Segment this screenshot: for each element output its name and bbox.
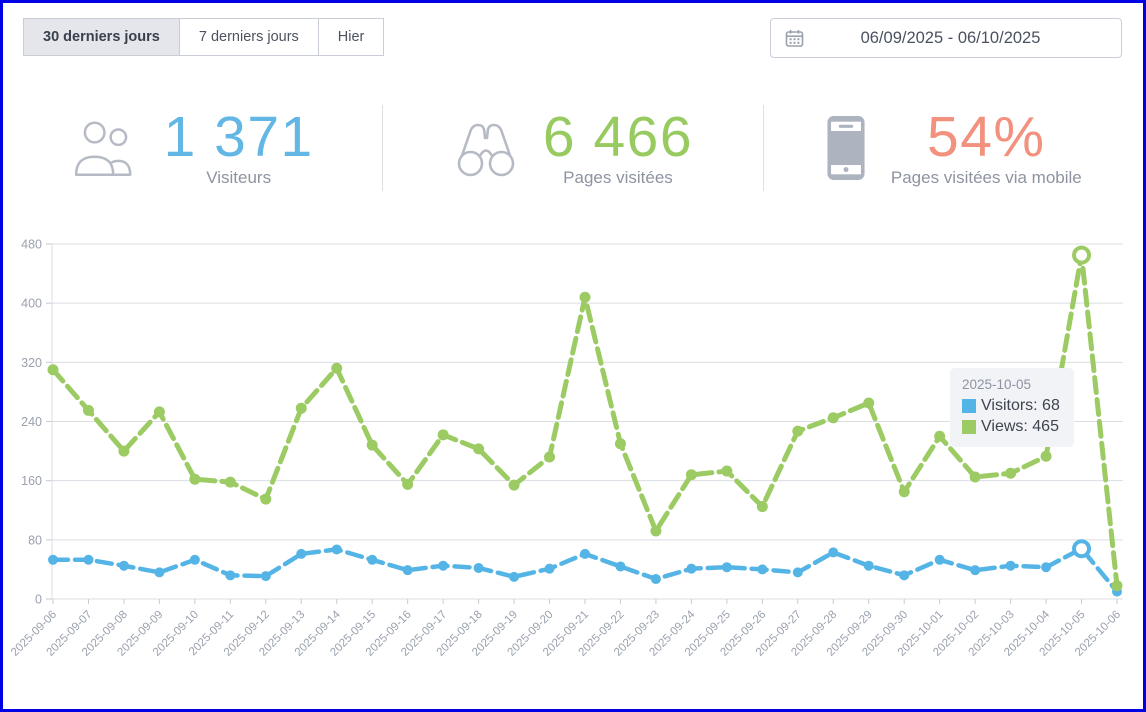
mobile-share-label: Pages visitées via mobile xyxy=(890,167,1082,187)
analytics-dashboard: 30 derniers jours 7 derniers jours Hier … xyxy=(0,0,1146,712)
chart-canvas[interactable]: 0801602403204004802025-09-062025-09-0720… xyxy=(3,208,1146,712)
mobile-share-value: 54% xyxy=(927,105,1046,170)
svg-text:80: 80 xyxy=(28,533,42,547)
visitors-label: Visiteurs xyxy=(206,167,272,187)
pageviews-count: 6 466 xyxy=(542,105,694,170)
pageviews-label: Pages visitées xyxy=(563,167,673,187)
binoculars-icon xyxy=(453,117,519,179)
stat-mobile-share: 54% Pages visitées via mobile xyxy=(764,108,1143,187)
svg-text:240: 240 xyxy=(21,415,42,429)
visitors-count: 1 371 xyxy=(163,105,314,170)
mobile-icon xyxy=(825,115,867,181)
svg-text:400: 400 xyxy=(21,297,42,311)
date-range-value: 06/09/2025 - 06/10/2025 xyxy=(860,28,1041,47)
stat-pageviews: 6 466 Pages visitées xyxy=(383,108,762,187)
visitors-icon xyxy=(72,119,140,177)
visitors-views-line-chart: 0 80 160 240 320 400 480 2025-09-06 2025-09-07 20… xyxy=(3,208,1146,712)
svg-text:320: 320 xyxy=(21,356,42,370)
calendar-icon xyxy=(785,29,804,48)
date-range-picker[interactable]: 06/09/2025 - 06/10/2025 xyxy=(770,18,1122,58)
tab-hier[interactable]: Hier xyxy=(317,18,385,56)
svg-text:160: 160 xyxy=(21,474,42,488)
header: 30 derniers jours 7 derniers jours Hier … xyxy=(23,18,1122,58)
tab-30-derniers-jours[interactable]: 30 derniers jours xyxy=(23,18,180,56)
tab-7-derniers-jours[interactable]: 7 derniers jours xyxy=(178,18,319,56)
stat-visitors: 1 371 Visiteurs xyxy=(3,108,382,187)
period-tabs: 30 derniers jours 7 derniers jours Hier xyxy=(23,18,385,56)
svg-text:480: 480 xyxy=(21,238,42,252)
svg-text:0: 0 xyxy=(35,593,42,607)
stats-row: 1 371 Visiteurs 6 466 Pages visitées 54%… xyxy=(3,97,1143,199)
